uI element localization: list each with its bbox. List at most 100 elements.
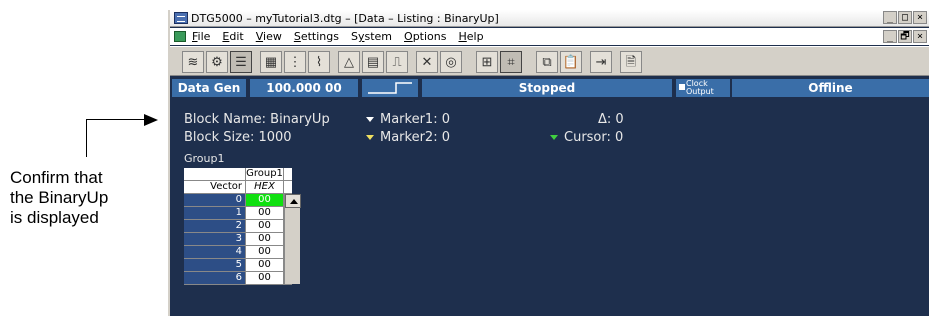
menu-view[interactable]: View	[256, 30, 282, 43]
table-row: 1 00	[184, 207, 292, 220]
grid-subheader-row: Vector HEX	[184, 181, 292, 194]
timing-icon[interactable]: ⌇	[308, 51, 330, 73]
edit-pattern-icon[interactable]: ⌗	[500, 51, 522, 73]
data-cell[interactable]: 00	[246, 259, 284, 271]
window-title: DTG5000 – myTutorial3.dtg – [Data – List…	[191, 11, 499, 25]
run-state-indicator[interactable]: Stopped	[422, 79, 672, 97]
data-cell[interactable]: 00	[246, 220, 284, 232]
child-minimize-button[interactable]: _	[883, 30, 897, 43]
scroll-up-icon[interactable]	[285, 194, 301, 208]
table-row: 3 00	[184, 233, 292, 246]
cursor-field[interactable]: Cursor: 0	[550, 130, 623, 145]
vector-column-header: Vector	[184, 181, 246, 193]
grid-header-row: Group1	[184, 168, 292, 181]
format-header[interactable]: HEX	[246, 181, 284, 193]
data-cell[interactable]: 00	[246, 233, 284, 245]
window-controls: _ □ ×	[883, 11, 927, 24]
annotation-line-1: Confirm that	[10, 168, 103, 187]
callout-line-vertical	[86, 119, 87, 157]
menu-help[interactable]: Help	[458, 30, 483, 43]
connection-indicator: Offline	[732, 79, 929, 97]
vector-index: 2	[184, 220, 246, 232]
table-row: 6 00	[184, 272, 292, 285]
vector-icon[interactable]: ⋮	[284, 51, 306, 73]
group-column-header[interactable]: Group1	[246, 168, 284, 180]
block-name: Block Name: BinaryUp	[184, 112, 330, 127]
marker1-label: Marker1: 0	[380, 112, 450, 127]
data-cell[interactable]: 00	[246, 207, 284, 219]
cursor-label: Cursor: 0	[564, 130, 624, 145]
table-row: 4 00	[184, 246, 292, 259]
clock-output-toggle[interactable]: Clock Output	[676, 79, 730, 97]
menu-settings[interactable]: Settings	[294, 30, 339, 43]
data-listing-grid: Group1 Vector HEX 0 00 1 00 2 00 3 00 4 …	[184, 168, 301, 285]
child-restore-button[interactable]: 🗗	[898, 30, 912, 43]
vector-index: 0	[184, 194, 246, 206]
group-label: Group1	[184, 152, 225, 165]
status-bar: Data Gen 100.000 00 MHz Stopped Clock Ou…	[170, 78, 929, 113]
data-cell[interactable]: 00	[246, 272, 284, 284]
block-icon[interactable]: ▤	[362, 51, 384, 73]
callout-line-horizontal	[86, 119, 146, 120]
table-row: 2 00	[184, 220, 292, 233]
listing-pane: Block Name: BinaryUp Block Size: 1000 Ma…	[170, 100, 929, 316]
marker1-dropdown-icon[interactable]	[366, 117, 374, 122]
clock-edge-icon	[368, 82, 412, 94]
waveform-icon[interactable]: ≋	[182, 51, 204, 73]
setup-icon[interactable]: ⚙	[206, 51, 228, 73]
clock-output-label-2: Output	[686, 87, 714, 96]
menu-edit[interactable]: Edit	[222, 30, 243, 43]
grid-corner-cell	[184, 168, 246, 180]
maximize-button[interactable]: □	[898, 11, 912, 24]
clock-output-checkbox[interactable]	[679, 84, 685, 90]
app-window: DTG5000 – myTutorial3.dtg – [Data – List…	[168, 10, 929, 316]
document-icon[interactable]	[174, 31, 186, 42]
grid-icon[interactable]: ▦	[260, 51, 282, 73]
menu-system[interactable]: System	[351, 30, 392, 43]
title-bar: DTG5000 – myTutorial3.dtg – [Data – List…	[170, 10, 929, 27]
annotation-text: Confirm that the BinaryUp is displayed	[10, 168, 150, 228]
menu-options[interactable]: Options	[404, 30, 446, 43]
data-cell[interactable]: 00	[246, 246, 284, 258]
marker1-field[interactable]: Marker1: 0	[366, 112, 450, 127]
copy-icon[interactable]: ⧉	[536, 51, 558, 73]
vector-index: 3	[184, 233, 246, 245]
block-size: Block Size: 1000	[184, 130, 292, 145]
listing-icon[interactable]: ☰	[230, 51, 252, 73]
vertical-scrollbar[interactable]	[284, 194, 301, 284]
clock-waveform-indicator	[362, 79, 418, 97]
minimize-button[interactable]: _	[883, 11, 897, 24]
cursor-dropdown-icon[interactable]	[550, 135, 558, 140]
close-button[interactable]: ×	[913, 11, 927, 24]
sequence-icon[interactable]: ⎍	[386, 51, 408, 73]
goto-icon[interactable]: ⇥	[590, 51, 612, 73]
callout-arrow-icon	[144, 114, 158, 126]
menu-file[interactable]: File	[192, 30, 210, 43]
mode-indicator[interactable]: Data Gen	[172, 79, 246, 97]
delta-readout: Δ: 0	[598, 112, 624, 127]
child-close-button[interactable]: ×	[913, 30, 927, 43]
marker2-label: Marker2: 0	[380, 130, 450, 145]
table-row: 5 00	[184, 259, 292, 272]
vector-index: 6	[184, 272, 246, 284]
vector-index: 1	[184, 207, 246, 219]
marker2-field[interactable]: Marker2: 0	[366, 130, 450, 145]
pattern-icon[interactable]: △	[338, 51, 360, 73]
app-icon	[174, 12, 188, 24]
vector-index: 5	[184, 259, 246, 271]
table-row: 0 00	[184, 194, 292, 207]
toolbar: ≋ ⚙ ☰ ▦ ⋮ ⌇ △ ▤ ⎍ ✕ ◎ ⊞ ⌗ ⧉ 📋 ⇥ 🗎	[170, 46, 929, 76]
probe-icon[interactable]: ◎	[440, 51, 462, 73]
vector-index: 4	[184, 246, 246, 258]
properties-icon[interactable]: 🗎	[620, 51, 642, 73]
marker2-dropdown-icon[interactable]	[366, 135, 374, 140]
tree-icon[interactable]: ⊞	[476, 51, 498, 73]
cross-icon[interactable]: ✕	[416, 51, 438, 73]
frequency-indicator[interactable]: 100.000 00 MHz	[250, 79, 358, 113]
annotation-line-3: is displayed	[10, 208, 99, 227]
annotation-line-2: the BinaryUp	[10, 188, 109, 207]
menu-bar: File Edit View Settings System Options H…	[170, 28, 929, 45]
child-window-controls: _ 🗗 ×	[883, 30, 927, 43]
data-cell[interactable]: 00	[246, 194, 284, 206]
paste-icon[interactable]: 📋	[560, 51, 582, 73]
